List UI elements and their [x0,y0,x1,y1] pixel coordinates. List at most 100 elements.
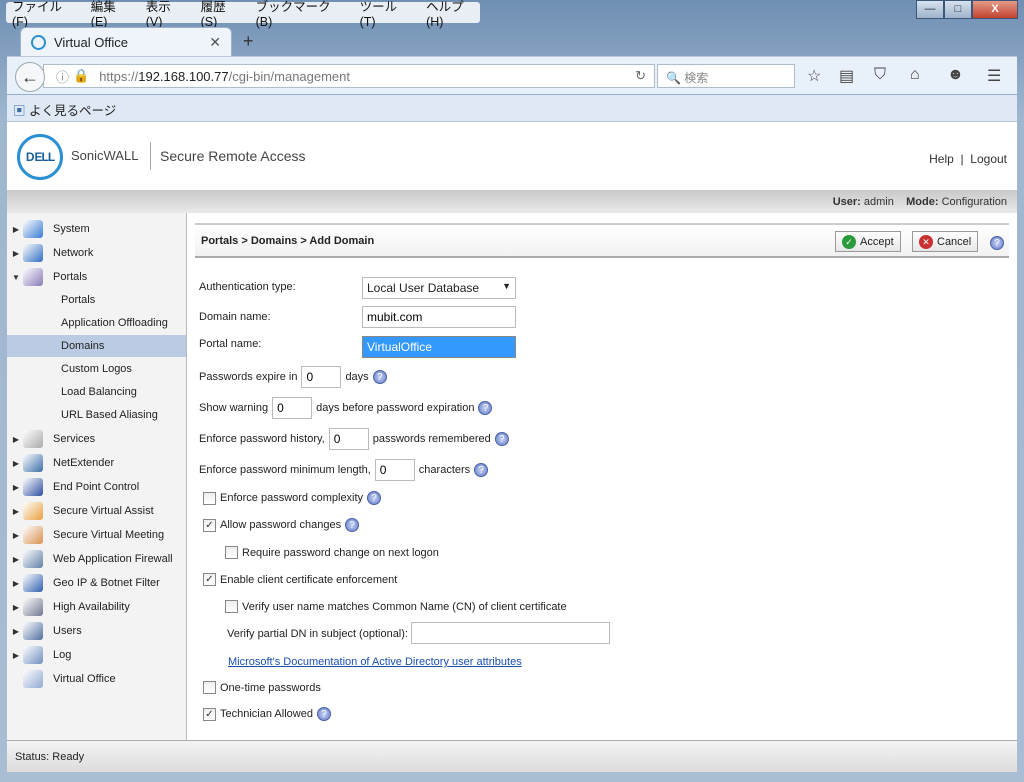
collapsed-arrow-icon[interactable]: ▶ [9,579,23,588]
browser-tab[interactable]: Virtual Office ✕ [20,27,232,57]
min-length-row: Enforce password minimum length, characte… [199,459,489,481]
menu-item[interactable]: 履歴(S) [201,0,242,29]
user-value: admin [863,196,894,208]
checkbox[interactable]: ✓ [203,707,216,721]
expanded-arrow-icon[interactable]: ▼ [9,273,23,282]
history-input[interactable] [328,428,369,450]
menu-item[interactable]: ファイル(F) [12,0,77,29]
collapsed-arrow-icon[interactable]: ▶ [9,507,23,516]
url-bar[interactable]: ⓘ 🔒 https://192.168.100.77/cgi-bin/manag… [43,64,655,88]
menu-item[interactable]: ツール(T) [360,0,413,29]
maximize-button[interactable]: □ [944,0,972,19]
menu-item[interactable]: 編集(E) [91,0,132,29]
help-icon[interactable]: ? [494,432,509,446]
collapsed-arrow-icon[interactable]: ▶ [9,435,23,444]
sidebar-item-label: High Availability [53,601,130,613]
minimize-button[interactable]: — [916,0,944,19]
sidebar-item[interactable]: Load Balancing [7,381,186,403]
expire-unit: days [345,371,369,383]
checkbox[interactable]: ✓ [203,518,216,532]
warning-days-input[interactable] [272,397,313,419]
help-icon[interactable]: ? [345,518,360,532]
help-icon[interactable]: ? [367,491,382,505]
sidebar-item[interactable]: ▶ Users [7,620,186,642]
menu-item[interactable]: ブックマーク(B) [256,0,346,29]
close-tab-icon[interactable]: ✕ [209,34,221,51]
info-icon[interactable]: ⓘ [56,67,69,86]
building-icon [23,670,43,688]
sidebar-item[interactable]: ▶ System [7,218,186,240]
collapsed-arrow-icon[interactable]: ▶ [9,483,23,492]
checkbox[interactable] [225,546,238,559]
help-icon[interactable]: ? [990,236,1004,250]
close-window-button[interactable]: X [972,0,1018,19]
reload-icon[interactable]: ↻ [635,68,646,84]
hamburger-menu-icon[interactable]: ☰ [987,66,1001,86]
meeting-icon [23,526,43,544]
sidebar-item[interactable]: ▶ High Availability [7,596,186,618]
checkbox[interactable]: ✓ [203,573,216,586]
portal-name-field[interactable]: VirtualOffice [362,336,516,358]
user-label: User: [832,196,861,208]
auth-type-select[interactable]: Local User Database ▼ [362,277,516,299]
collapsed-arrow-icon[interactable]: ▶ [9,627,23,636]
sidebar-item[interactable]: ▶ Secure Virtual Meeting [7,524,186,546]
sidebar-item-label: Log [53,649,72,661]
sidebar-item[interactable]: Portals [7,289,186,311]
bookmark-star-icon[interactable]: ☆ [807,66,821,86]
cancel-button[interactable]: ✕ Cancel [912,231,979,252]
main-content: Portals > Domains > Add Domain ✓ Accept ✕… [195,213,1017,740]
collapsed-arrow-icon[interactable]: ▶ [9,603,23,612]
collapsed-arrow-icon[interactable]: ▶ [9,249,23,258]
collapsed-arrow-icon[interactable]: ▶ [9,555,23,564]
sidebar-item[interactable]: ▶ Services [7,428,186,450]
bookmark-most-visited[interactable]: よく見るページ [29,104,116,118]
help-icon[interactable]: ? [478,401,493,415]
feedback-smiley-icon[interactable]: ☻ [947,66,964,84]
product-name: Secure Remote Access [160,148,306,164]
help-link[interactable]: Help [929,152,954,166]
sidebar-item[interactable]: ▼ Portals [7,266,186,288]
collapsed-arrow-icon[interactable]: ▶ [9,225,23,234]
help-icon[interactable]: ? [316,707,331,721]
support-agent-icon [23,502,43,520]
help-icon[interactable]: ? [372,370,387,384]
min-length-input[interactable] [374,459,415,481]
accept-button[interactable]: ✓ Accept [835,231,901,252]
sidebar-item[interactable]: ▶ NetExtender [7,452,186,474]
collapsed-arrow-icon[interactable]: ▶ [9,531,23,540]
search-input[interactable]: 🔍 検索 [657,64,795,88]
sidebar-item[interactable]: ▶ End Point Control [7,476,186,498]
logout-link[interactable]: Logout [970,152,1007,166]
back-button[interactable]: ← [15,62,45,92]
sidebar-item[interactable]: ▶ Network [7,242,186,264]
menu-item[interactable]: ヘルプ(H) [426,0,480,29]
sidebar-item[interactable]: URL Based Aliasing [7,404,186,426]
checkbox[interactable] [203,491,216,505]
ms-ad-docs-link[interactable]: Microsoft's Documentation of Active Dire… [228,656,522,668]
collapsed-arrow-icon[interactable]: ▶ [9,651,23,660]
menu-item[interactable]: 表示(V) [146,0,187,29]
x-circle-icon: ✕ [919,234,933,249]
pocket-icon[interactable]: ⛉ [874,66,886,84]
expire-days-input[interactable] [301,366,342,388]
sidebar-item-label: URL Based Aliasing [61,409,158,421]
sidebar-item[interactable]: ▶ Log [7,644,186,666]
sidebar-item[interactable]: Custom Logos [7,358,186,380]
sidebar-item[interactable]: ▶ Web Application Firewall [7,548,186,570]
checkbox[interactable] [203,681,216,694]
sidebar-item[interactable]: Application Offloading [7,312,186,334]
sidebar-item[interactable]: ▶ Secure Virtual Assist [7,500,186,522]
checkbox[interactable] [225,600,238,613]
sidebar-item[interactable]: ▶ Geo IP & Botnet Filter [7,572,186,594]
collapsed-arrow-icon[interactable]: ▶ [9,459,23,468]
home-icon[interactable]: ⌂ [910,66,920,84]
new-tab-button[interactable]: + [243,31,254,52]
help-icon[interactable]: ? [474,463,489,477]
partial-dn-input[interactable] [411,622,610,644]
sidebar-item[interactable]: Domains [7,335,186,357]
domain-name-input[interactable] [362,306,516,328]
reader-list-icon[interactable]: ▤ [839,66,854,86]
sidebar-item[interactable]: Virtual Office [7,668,186,690]
insecure-lock-icon[interactable]: 🔒 [73,68,89,84]
